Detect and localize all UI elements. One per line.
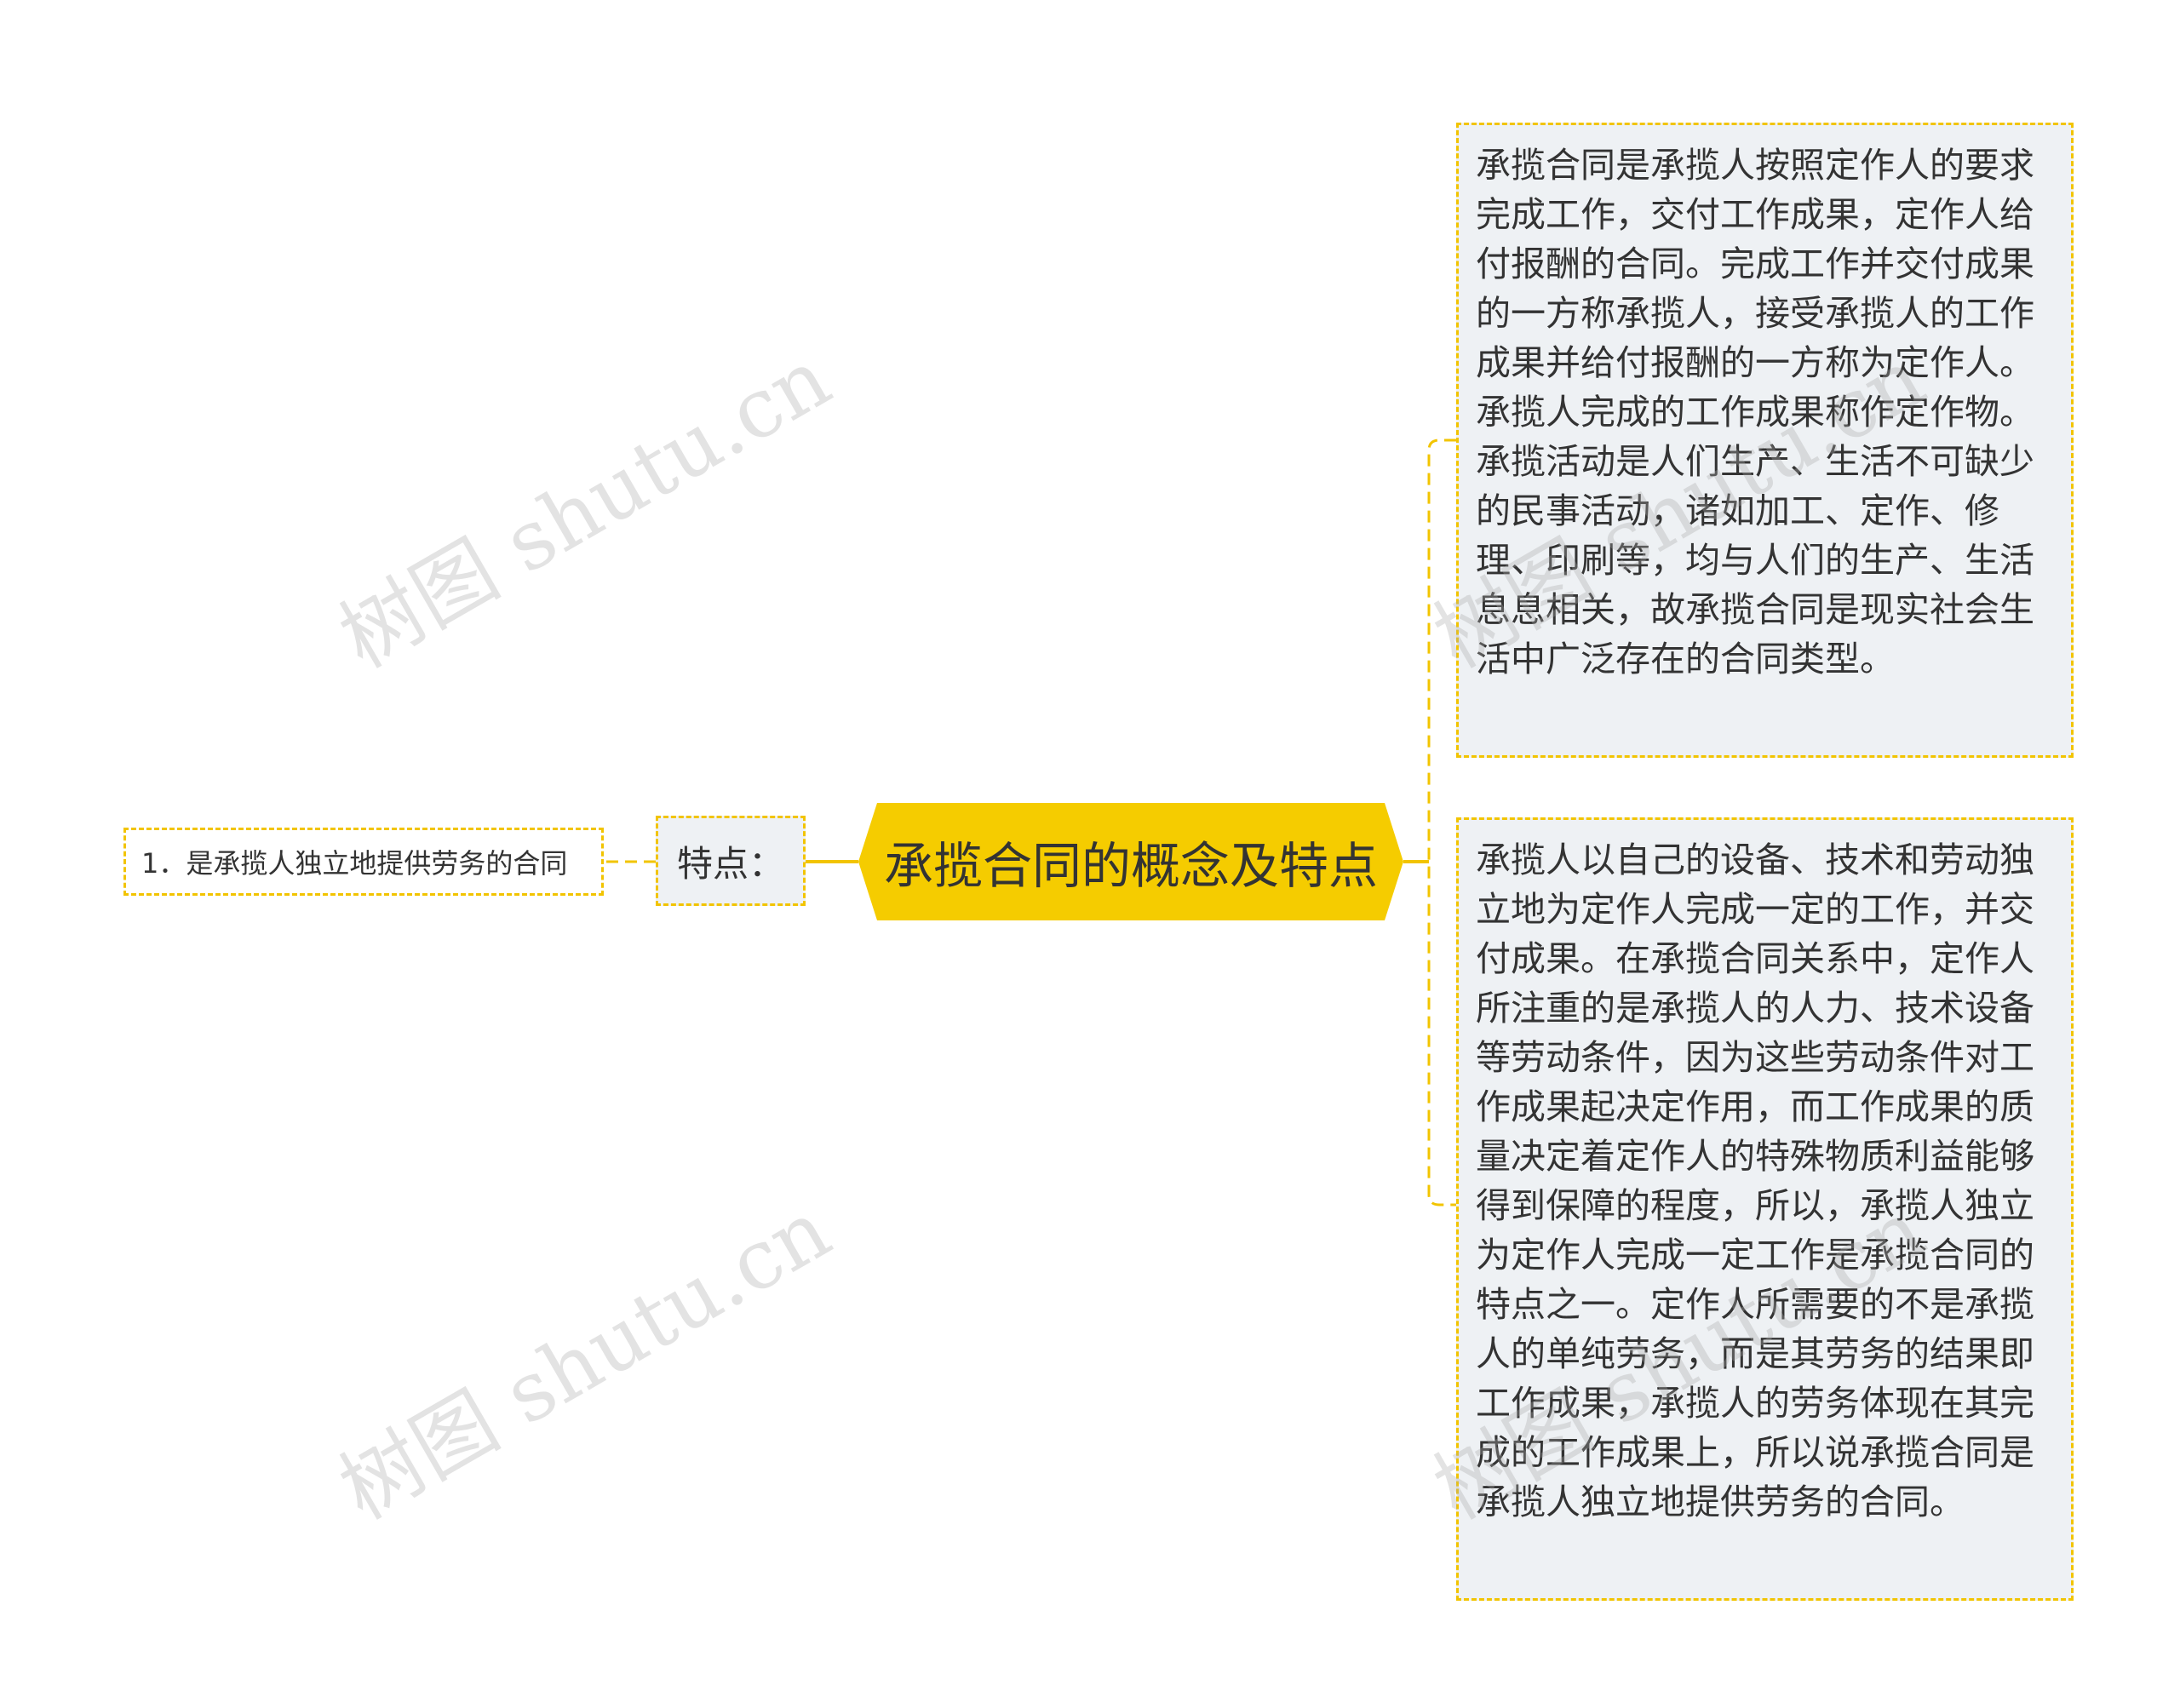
definition-topic[interactable]: 承揽合同是承揽人按照定作人的要求完成工作，交付工作成果，定作人给付报酬的合同。完…	[1456, 123, 2074, 758]
feature-topic[interactable]: 特点：	[656, 816, 806, 906]
characteristic-text: 承揽人以自己的设备、技术和劳动独立地为定作人完成一定的工作，并交付成果。在承揽合…	[1476, 840, 2034, 1522]
mind-map-canvas: 承揽合同的概念及特点 特点： 1．是承揽人独立地提供劳务的合同 承揽合同是承揽人…	[0, 0, 2180, 1708]
feature-leaf-topic[interactable]: 1．是承揽人独立地提供劳务的合同	[123, 828, 604, 896]
characteristic-topic[interactable]: 承揽人以自己的设备、技术和劳动独立地为定作人完成一定的工作，并交付成果。在承揽合…	[1456, 817, 2074, 1601]
definition-text: 承揽合同是承揽人按照定作人的要求完成工作，交付工作成果，定作人给付报酬的合同。完…	[1476, 145, 2034, 679]
feature-leaf-label: 1．是承揽人独立地提供劳务的合同	[141, 847, 568, 880]
feature-topic-label: 特点：	[676, 842, 784, 885]
central-topic[interactable]: 承揽合同的概念及特点	[858, 803, 1403, 920]
connector-branch-right	[1427, 438, 1456, 1206]
central-topic-label: 承揽合同的概念及特点	[883, 837, 1378, 895]
